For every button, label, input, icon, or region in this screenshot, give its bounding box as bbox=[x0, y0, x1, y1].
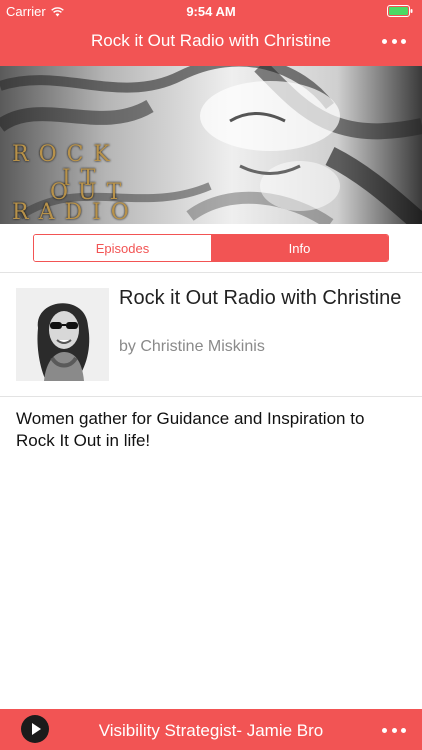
app-header: Carrier 9:54 AM Rock it Out Radio with C… bbox=[0, 0, 422, 66]
more-icon[interactable] bbox=[382, 36, 406, 46]
tab-episodes[interactable]: Episodes bbox=[34, 235, 211, 261]
hero-banner: ROCK IT OUT RADIO bbox=[0, 66, 422, 224]
status-time: 9:54 AM bbox=[186, 4, 236, 19]
tab-info[interactable]: Info bbox=[211, 235, 388, 261]
status-bar: Carrier 9:54 AM bbox=[0, 0, 422, 22]
player-more-icon[interactable] bbox=[382, 725, 406, 735]
hero-line-4: RADIO bbox=[12, 200, 139, 224]
battery-icon bbox=[387, 5, 413, 17]
mini-player: Visibility Strategist- Jamie Bro bbox=[0, 709, 422, 750]
podcast-author: by Christine Miskinis bbox=[119, 338, 265, 355]
segmented-control: Episodes Info bbox=[33, 234, 389, 262]
podcast-header: Rock it Out Radio with Christine by Chri… bbox=[0, 273, 422, 397]
hero-line-1: ROCK bbox=[12, 142, 120, 167]
play-icon[interactable] bbox=[21, 715, 49, 743]
podcast-title: Rock it Out Radio with Christine bbox=[119, 287, 402, 309]
now-playing-title[interactable]: Visibility Strategist- Jamie Bro bbox=[60, 721, 362, 741]
nav-title: Rock it Out Radio with Christine bbox=[91, 31, 331, 50]
podcast-cover-image bbox=[16, 288, 109, 381]
podcast-description: Women gather for Guidance and Inspiratio… bbox=[16, 409, 365, 450]
segment-bar: Episodes Info bbox=[0, 224, 422, 273]
